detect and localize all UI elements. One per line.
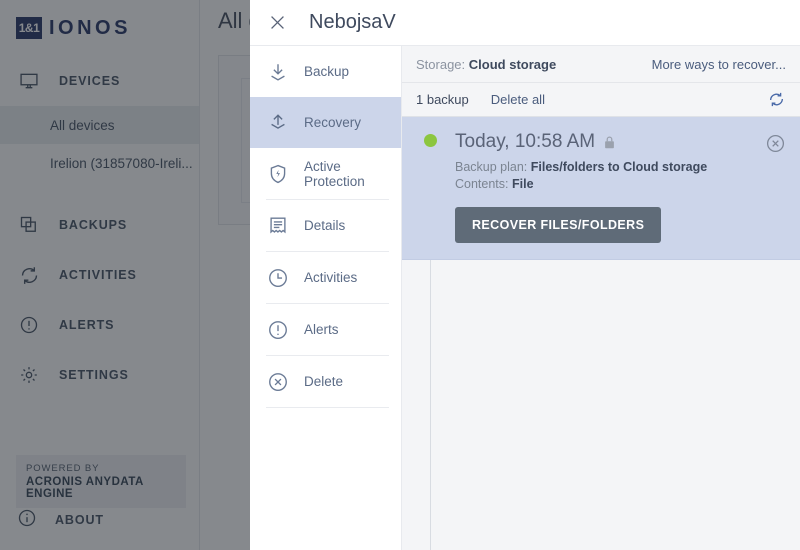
download-arrow-icon <box>266 61 290 83</box>
panel-menu: Backup Recovery Active Protection Detail… <box>250 46 402 550</box>
backup-card-body: Today, 10:58 AM Backup plan: Files/folde… <box>402 131 800 243</box>
panel-menu-label-recovery: Recovery <box>304 115 362 130</box>
app-root: All devices 1&1 IONOS DEVICES All device… <box>0 0 800 550</box>
backup-plan-row: Backup plan: Files/folders to Cloud stor… <box>455 160 756 174</box>
backup-plan-value: Files/folders to Cloud storage <box>530 160 708 174</box>
alert-circle-icon <box>266 319 290 341</box>
more-ways-to-recover-link[interactable]: More ways to recover... <box>652 57 786 72</box>
refresh-icon[interactable] <box>767 90 786 109</box>
backup-list-item[interactable]: Today, 10:58 AM Backup plan: Files/folde… <box>402 117 800 260</box>
clock-icon <box>266 267 290 289</box>
panel-header: NebojsaV <box>250 0 800 46</box>
backup-contents-row: Contents: File <box>455 177 756 191</box>
close-circle-icon <box>266 371 290 393</box>
recover-files-folders-button[interactable]: RECOVER FILES/FOLDERS <box>455 207 662 243</box>
lock-icon <box>603 135 616 150</box>
backup-time-row: Today, 10:58 AM <box>455 131 756 153</box>
panel-menu-item-recovery[interactable]: Recovery <box>250 97 401 148</box>
panel-menu-label-delete: Delete <box>304 374 344 389</box>
panel-menu-item-active-protection[interactable]: Active Protection <box>250 148 401 199</box>
backup-time: Today, 10:58 AM <box>455 131 596 152</box>
backup-plan-label: Backup plan: <box>455 160 528 174</box>
backup-timeline: Today, 10:58 AM Backup plan: Files/folde… <box>402 117 800 550</box>
backups-toolbar: 1 backup Delete all <box>402 83 800 117</box>
delete-all-link[interactable]: Delete all <box>491 92 545 107</box>
document-icon <box>266 215 290 237</box>
recovery-content: Storage: Cloud storage More ways to reco… <box>402 46 800 550</box>
backup-contents-label: Contents: <box>455 177 509 191</box>
backup-contents-value: File <box>512 177 534 191</box>
panel-menu-label-active-protection: Active Protection <box>304 158 365 189</box>
panel-menu-item-alerts[interactable]: Alerts <box>250 304 401 355</box>
panel-menu-label-activities: Activities <box>304 270 358 285</box>
close-icon[interactable] <box>268 13 287 32</box>
panel-menu-item-delete[interactable]: Delete <box>250 356 401 407</box>
upload-arrow-icon <box>266 112 290 134</box>
remove-backup-icon[interactable] <box>765 133 786 159</box>
storage-bar: Storage: Cloud storage More ways to reco… <box>402 46 800 83</box>
panel-body: Backup Recovery Active Protection Detail… <box>250 46 800 550</box>
panel-menu-label-alerts: Alerts <box>304 322 339 337</box>
storage-label: Storage: <box>416 56 466 72</box>
status-dot <box>424 134 437 147</box>
panel-menu-item-activities[interactable]: Activities <box>250 252 401 303</box>
backup-count: 1 backup <box>416 92 469 107</box>
shield-bolt-icon <box>266 163 290 185</box>
storage-info: Storage: Cloud storage <box>416 57 556 72</box>
storage-value: Cloud storage <box>468 56 557 72</box>
panel-menu-item-details[interactable]: Details <box>250 200 401 251</box>
menu-divider <box>266 407 389 408</box>
panel-menu-label-backup: Backup <box>304 64 350 79</box>
panel-title: NebojsaV <box>309 11 396 33</box>
device-detail-panel: NebojsaV Backup Recovery Active Protecti… <box>250 0 800 550</box>
panel-menu-item-backup[interactable]: Backup <box>250 46 401 97</box>
panel-menu-label-details: Details <box>304 218 346 233</box>
